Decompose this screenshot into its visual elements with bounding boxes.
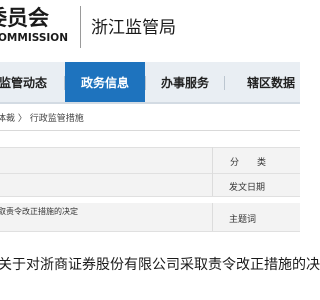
breadcrumb: 体裁 〉 行政监管措施 bbox=[0, 111, 84, 125]
subject-label: 主题词 bbox=[229, 215, 257, 225]
nav-item-supervision-news[interactable]: 监管动态 bbox=[0, 62, 64, 102]
date-label: 发文日期 bbox=[229, 183, 266, 193]
breadcrumb-underline bbox=[0, 130, 300, 131]
bureau-name[interactable]: 浙江监管局 bbox=[91, 13, 176, 38]
table-column-divider bbox=[212, 147, 213, 196]
breadcrumb-home[interactable]: 体裁 bbox=[0, 114, 15, 124]
table-column-divider bbox=[212, 203, 213, 231]
nav-item-government-info[interactable]: 政务信息 bbox=[65, 62, 145, 102]
breadcrumb-separator-icon: 〉 bbox=[17, 114, 27, 124]
main-nav: 监管动态 政务信息 办事服务 辖区数据 bbox=[0, 62, 300, 104]
nav-item-services[interactable]: 办事服务 bbox=[146, 62, 224, 102]
breadcrumb-current[interactable]: 行政监管措施 bbox=[30, 114, 84, 124]
table-divider bbox=[0, 196, 300, 197]
logo-chinese-text[interactable]: 委员会 bbox=[0, 2, 49, 32]
table-divider bbox=[0, 231, 300, 232]
doc-title-short: 取责令改正措施的决定 bbox=[0, 207, 78, 216]
nav-item-regional-data[interactable]: 辖区数据 bbox=[225, 62, 300, 102]
site-header: 委员会 OMMISSION 浙江监管局 bbox=[0, 0, 300, 62]
category-label: 分 类 bbox=[230, 158, 267, 168]
table-divider bbox=[0, 147, 300, 148]
article-title: 关于对浙商证券股份有限公司采取责令改正措施的决定 bbox=[0, 257, 320, 273]
logo-divider bbox=[80, 6, 81, 48]
logo-english-text[interactable]: OMMISSION bbox=[0, 32, 68, 44]
